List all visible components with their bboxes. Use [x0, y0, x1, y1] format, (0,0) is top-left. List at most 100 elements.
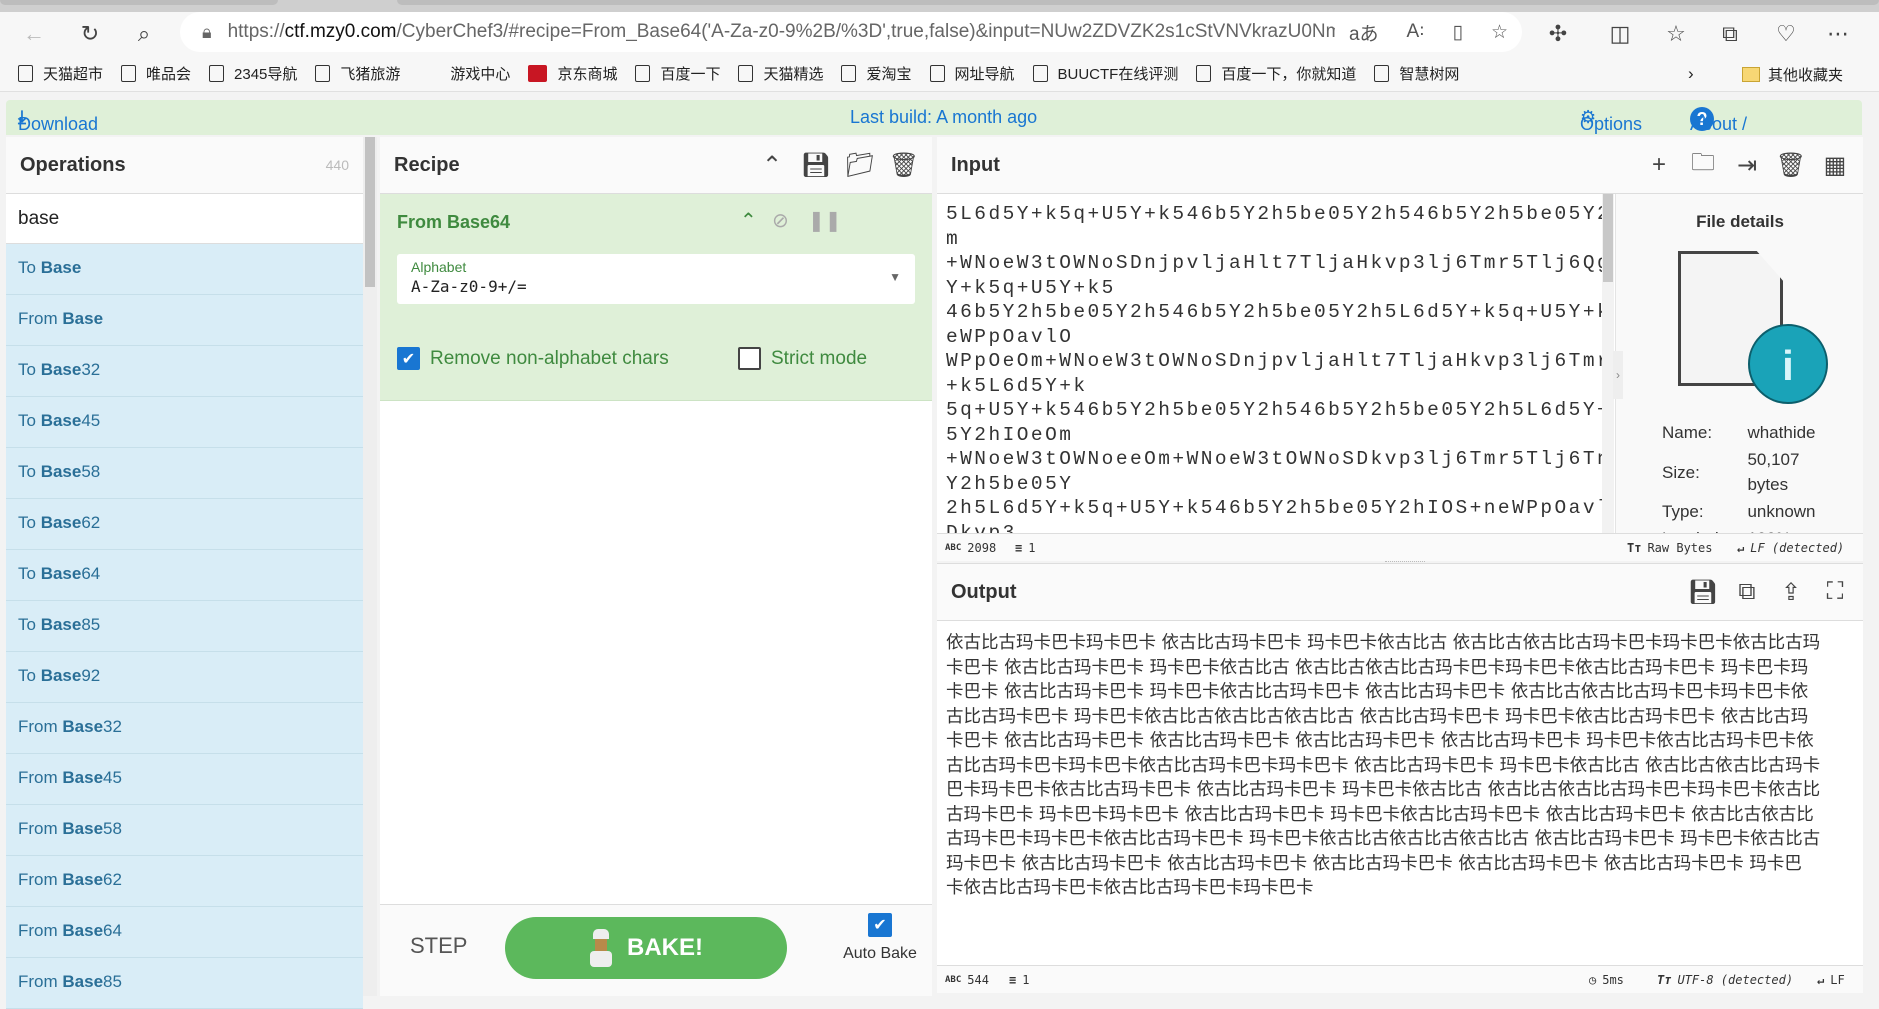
auto-bake-checkbox[interactable]: ✔ Auto Bake: [820, 913, 940, 963]
bookmark-item[interactable]: 天猫精选: [738, 63, 823, 84]
disable-icon[interactable]: ⊘: [772, 208, 789, 233]
text-line: 5Y2hIOeOm: [946, 423, 1074, 446]
bookmark-item[interactable]: 飞猪旅游: [315, 63, 400, 84]
bookmark-item[interactable]: 百度一下: [635, 63, 720, 84]
bookmark-item[interactable]: BUUCTF在线评测: [1032, 63, 1178, 84]
text-line: +WNoeW3tOWNoeeOm+WNoeW3tOWNoSDkvp3lj6Tmr…: [946, 448, 1606, 470]
favorite-star-icon[interactable]: ☆: [1491, 21, 1508, 44]
bookmark-item[interactable]: 唯品会: [121, 63, 191, 84]
chevron-right-icon[interactable]: ›: [1688, 64, 1694, 84]
bookmark-item[interactable]: 天猫超市: [18, 63, 103, 84]
browser-tab[interactable]: [0, 0, 278, 5]
search-icon[interactable]: ⌕: [128, 18, 160, 50]
folder-open-icon[interactable]: 📁︎: [845, 151, 875, 179]
collapse-file-details-button[interactable]: ›: [1613, 351, 1623, 399]
operation-item[interactable]: To Base32: [6, 346, 363, 397]
operation-item[interactable]: From Base58: [6, 805, 363, 856]
operation-title: From Base64: [397, 212, 511, 232]
text-line: 巴卡玛卡巴卡依古比古玛卡巴卡 依古比古玛卡巴卡 玛卡巴卡依古比古 依古比古依古比…: [946, 780, 1821, 800]
operation-item[interactable]: To Base: [6, 244, 363, 295]
operations-search-input[interactable]: base: [6, 194, 363, 244]
split-screen-icon[interactable]: ◫: [1604, 18, 1636, 50]
pause-icon[interactable]: ❚❚: [808, 208, 842, 233]
reader-mode-icon[interactable]: ▯: [1452, 21, 1462, 44]
trash-icon[interactable]: 🗑︎: [889, 151, 919, 179]
output-text[interactable]: 依古比古玛卡巴卡玛卡巴卡 依古比古玛卡巴卡 玛卡巴卡依古比古 依古比古依古比古玛…: [946, 631, 1856, 961]
bookmark-item[interactable]: 爱淘宝: [841, 63, 912, 84]
extensions-icon[interactable]: ✣: [1542, 18, 1574, 50]
text-encoding-icon: Tт: [1627, 540, 1642, 555]
output-eol[interactable]: ↵ LF: [1817, 973, 1845, 987]
operation-item[interactable]: From Base85: [6, 958, 363, 1009]
operation-item[interactable]: To Base58: [6, 448, 363, 499]
more-icon[interactable]: ⋯: [1822, 18, 1854, 50]
step-button[interactable]: STEP: [410, 933, 467, 959]
operation-item[interactable]: To Base85: [6, 601, 363, 652]
bookmark-icon: [1196, 65, 1212, 82]
chevron-up-icon[interactable]: ⌃: [758, 151, 786, 179]
open-folder-icon[interactable]: 🗀: [1689, 149, 1717, 179]
operation-item[interactable]: To Base45: [6, 397, 363, 448]
translate-icon[interactable]: aあ: [1349, 19, 1379, 46]
read-aloud-icon[interactable]: A꞉: [1407, 21, 1425, 43]
operation-item[interactable]: To Base62: [6, 499, 363, 550]
bookmark-item[interactable]: 京东商城: [528, 63, 617, 84]
operations-count: 440: [325, 157, 349, 173]
remove-nonalpha-checkbox[interactable]: ✔ Remove non-alphabet chars: [397, 347, 669, 370]
cyberchef-banner: Download CyberChef ⤓ Last build: A month…: [6, 100, 1862, 155]
download-cyberchef-link[interactable]: Download CyberChef ⤓: [18, 107, 104, 155]
operations-scrollbar[interactable]: [363, 137, 377, 996]
operation-item[interactable]: From Base45: [6, 754, 363, 805]
operation-item[interactable]: To Base64: [6, 550, 363, 601]
length-icon: ABC: [945, 974, 962, 985]
other-bookmarks[interactable]: 其他收藏夹: [1742, 64, 1843, 85]
operation-item[interactable]: From Base62: [6, 856, 363, 907]
bookmark-item[interactable]: 网址导航: [929, 63, 1015, 84]
operation-item[interactable]: To Base92: [6, 652, 363, 703]
checkbox-checked-icon[interactable]: ✔: [397, 347, 420, 370]
input-encoding[interactable]: Tт Raw Bytes: [1627, 541, 1712, 555]
input-textarea[interactable]: 5L6d5Y+k5q+U5Y+k546b5Y2h5be05Y2h546b5Y2h…: [946, 202, 1606, 535]
bookmark-item[interactable]: 游戏中心: [450, 63, 510, 84]
bake-button[interactable]: BAKE!: [505, 917, 787, 979]
copy-icon[interactable]: ⧉: [1733, 578, 1761, 606]
layout-icon[interactable]: ▦: [1821, 151, 1849, 179]
operation-item[interactable]: From Base64: [6, 907, 363, 958]
bake-controls: STEP BAKE! ✔ Auto Bake: [380, 904, 932, 996]
output-header: Output 💾︎ ⧉ ⇪ ⛶: [937, 563, 1863, 621]
alphabet-select[interactable]: Alphabet A-Za-z0-9+/= ▼: [397, 254, 915, 304]
file-details: File details i Name: whathide Size: 50,107…: [1615, 194, 1863, 548]
health-icon[interactable]: ♡: [1770, 18, 1802, 50]
operation-item[interactable]: From Base: [6, 295, 363, 346]
maximize-icon[interactable]: ⛶: [1821, 578, 1849, 606]
input-eol[interactable]: ↵ LF (detected): [1737, 541, 1844, 555]
reload-icon[interactable]: ↻: [74, 18, 106, 50]
save-icon[interactable]: 💾︎: [801, 151, 831, 179]
bookmark-item[interactable]: 百度一下，你就知道: [1196, 63, 1356, 84]
add-tab-icon[interactable]: +: [1645, 151, 1673, 179]
chevron-up-icon[interactable]: ⌃: [740, 208, 757, 233]
address-bar[interactable]: 🔒︎ https://ctf.mzy0.com/CyberChef3/#reci…: [180, 12, 1522, 52]
strict-mode-checkbox[interactable]: Strict mode: [738, 347, 867, 370]
url-text[interactable]: https://ctf.mzy0.com/CyberChef3/#recipe=…: [228, 21, 1335, 43]
operation-item[interactable]: From Base32: [6, 703, 363, 754]
replace-input-icon[interactable]: ⇪: [1777, 578, 1805, 606]
back-icon[interactable]: ←: [18, 18, 50, 50]
text-line: +WNoeW3tOWNoSDnjpvljaHlt7TljaHkvp3lj6Tmr…: [946, 252, 1606, 274]
scrollbar-thumb[interactable]: [1603, 194, 1613, 282]
favorites-icon[interactable]: ☆: [1660, 18, 1692, 50]
trash-icon[interactable]: 🗑︎: [1776, 151, 1806, 179]
scrollbar-thumb[interactable]: [365, 137, 375, 287]
bookmark-item[interactable]: 智慧树网: [1374, 63, 1459, 84]
checkbox-unchecked-icon[interactable]: [738, 347, 761, 370]
collections-icon[interactable]: ⧉: [1714, 18, 1746, 50]
browser-tab-active[interactable]: [397, 0, 1879, 5]
checkbox-checked-icon[interactable]: ✔: [868, 913, 892, 937]
output-encoding[interactable]: Tт UTF-8 (detected): [1657, 973, 1793, 987]
options-link[interactable]: Options ⚙: [1580, 107, 1642, 134]
open-file-icon[interactable]: ⇥: [1733, 151, 1761, 179]
save-icon[interactable]: 💾︎: [1688, 578, 1718, 606]
bookmark-item[interactable]: 2345导航: [209, 63, 297, 84]
text-line: 古玛卡巴卡玛卡巴卡依古比古玛卡巴卡 玛卡巴卡依古比古依古比古依古比古 依古比古玛…: [946, 829, 1821, 849]
about-support-link[interactable]: About / Support ?: [1690, 107, 1753, 155]
